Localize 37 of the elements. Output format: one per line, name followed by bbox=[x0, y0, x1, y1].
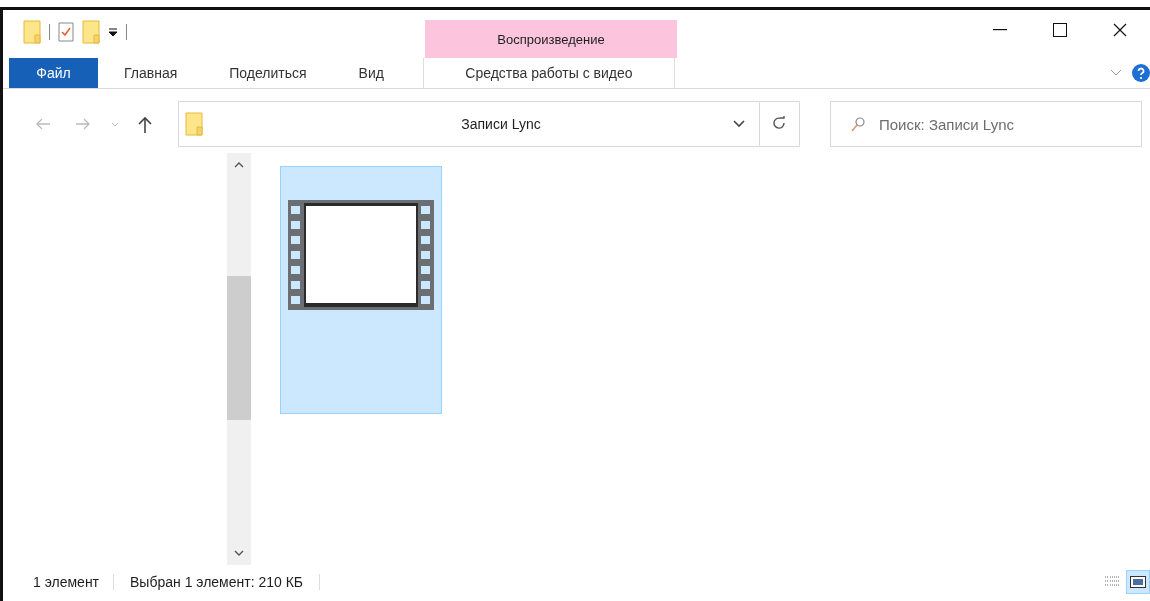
address-path: Записи Lync bbox=[460, 116, 542, 132]
contextual-tab-header: Воспроизведение bbox=[425, 20, 677, 58]
address-bar[interactable]: Записи Lync bbox=[178, 101, 760, 147]
close-icon bbox=[1113, 23, 1127, 37]
expand-ribbon-icon[interactable] bbox=[1110, 69, 1122, 77]
customize-dropdown-icon[interactable] bbox=[108, 27, 118, 37]
large-icons-view-icon bbox=[1130, 575, 1146, 589]
folder-icon bbox=[185, 112, 203, 136]
search-input[interactable]: Поиск: Записи Lync bbox=[879, 102, 1141, 146]
search-icon bbox=[851, 116, 865, 132]
refresh-icon bbox=[772, 116, 787, 132]
ribbon-tab[interactable]: Поделиться bbox=[203, 58, 333, 88]
video-file-item[interactable] bbox=[280, 166, 442, 414]
ribbon-tab[interactable]: Вид bbox=[332, 58, 410, 88]
new-folder-icon bbox=[82, 20, 100, 44]
large-icons-view-button[interactable] bbox=[1126, 570, 1150, 594]
chevron-down-icon bbox=[111, 121, 119, 127]
scroll-thumb[interactable] bbox=[227, 276, 251, 420]
back-arrow-icon bbox=[35, 117, 51, 131]
refresh-button[interactable] bbox=[760, 101, 800, 147]
properties-icon[interactable] bbox=[58, 22, 74, 42]
forward-arrow-icon bbox=[75, 117, 91, 131]
item-count: 1 элемент bbox=[32, 574, 101, 590]
help-icon[interactable] bbox=[1132, 64, 1150, 82]
ribbon-tab[interactable]: Главная bbox=[98, 58, 204, 88]
chevron-up-icon bbox=[234, 162, 244, 168]
up-arrow-icon bbox=[138, 115, 152, 133]
folder-icon bbox=[23, 20, 41, 44]
chevron-down-icon bbox=[733, 120, 745, 128]
scrollbar[interactable] bbox=[227, 153, 251, 565]
chevron-down-icon bbox=[234, 550, 244, 556]
maximize-icon bbox=[1053, 23, 1067, 37]
minimize-icon bbox=[993, 29, 1007, 31]
file-menu-button[interactable]: Файл bbox=[9, 58, 98, 88]
details-view-icon bbox=[1104, 575, 1120, 589]
search-field[interactable]: Поиск: Записи Lync bbox=[830, 101, 1142, 147]
selection-info: Выбран 1 элемент: 210 КБ bbox=[113, 574, 321, 590]
